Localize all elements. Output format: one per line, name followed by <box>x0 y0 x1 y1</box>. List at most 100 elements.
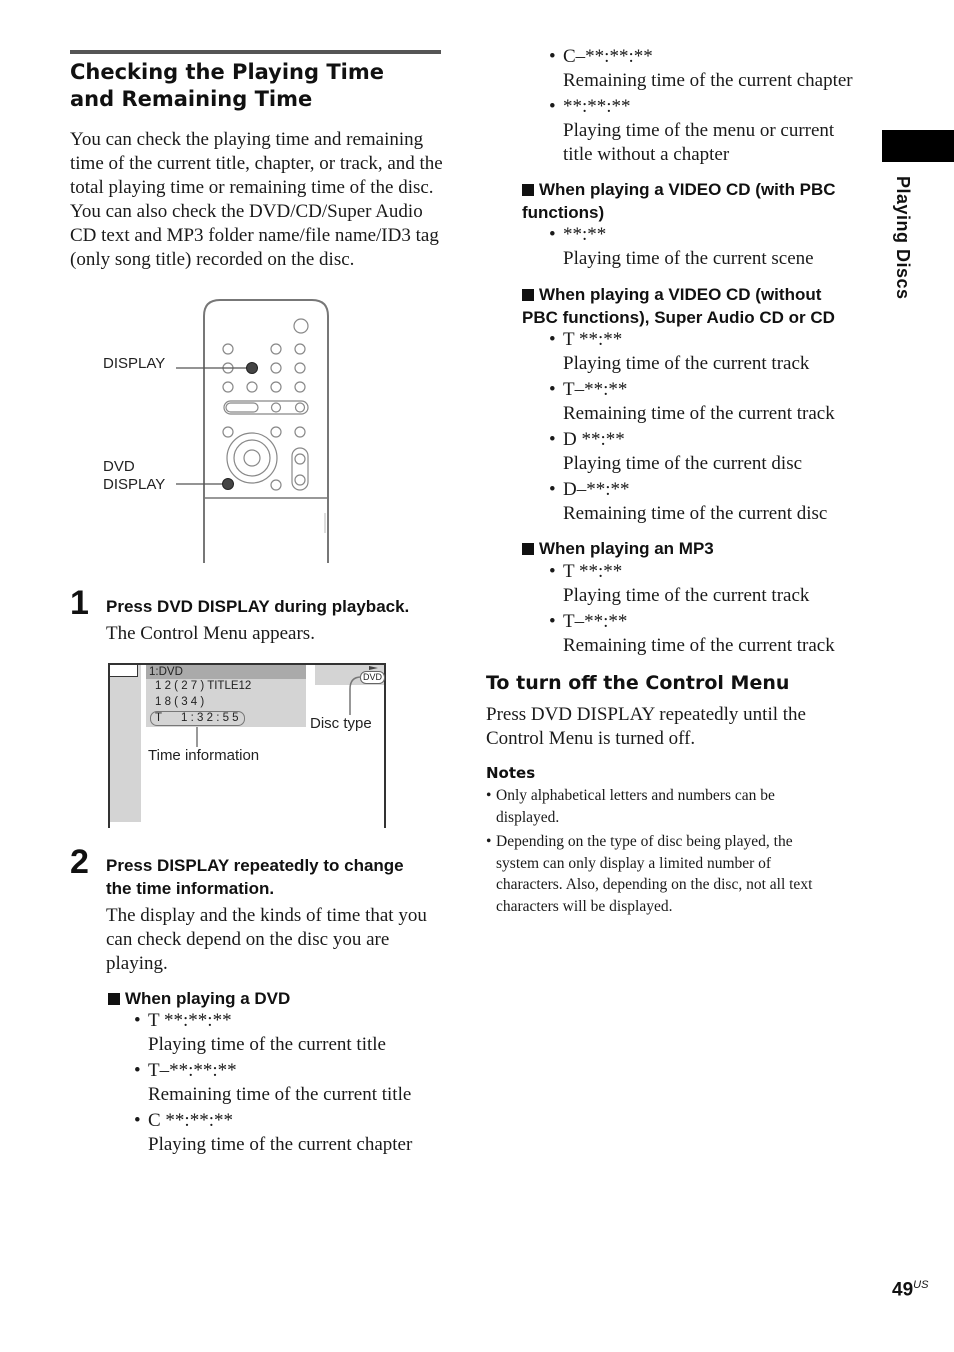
page-number: 49US <box>892 1279 928 1301</box>
note-line: characters. Also, depending on the disc,… <box>496 876 813 893</box>
dvd-item: T **:**:** Playing time of the current ti… <box>134 1009 454 1057</box>
time-desc: Playing time of the current track <box>563 585 810 606</box>
dvd-heading-text: When playing a DVD <box>125 989 291 1008</box>
turn-off-body: Press DVD DISPLAY repeatedly until the C… <box>486 703 866 751</box>
step-2-body: The display and the kinds of time that y… <box>106 904 427 976</box>
intro-paragraph: You can check the playing time and remai… <box>70 128 450 272</box>
dvd-item: C **:**:** Playing time of the current ch… <box>134 1109 454 1157</box>
dvd-display-button-dot <box>222 478 234 490</box>
vcd-pbc-heading-text: When playing a VIDEO CD (with PBC <box>539 180 836 199</box>
intro-line: You can check the playing time and remai… <box>70 129 424 150</box>
step-1-title: Press DVD DISPLAY during playback. <box>106 597 410 616</box>
label-disc-type: Disc type <box>310 715 372 732</box>
time-code: C **:**:** <box>148 1110 233 1131</box>
dvd-item: **:**:** Playing time of the menu or curr… <box>549 95 869 167</box>
time-desc: Remaining time of the current title <box>148 1084 412 1105</box>
time-desc: Playing time of the current title <box>148 1034 386 1055</box>
note-item: Depending on the type of disc being play… <box>486 831 866 917</box>
page-number-suffix: US <box>913 1279 929 1291</box>
note-line: Only alphabetical letters and numbers ca… <box>496 787 775 804</box>
step-2-number: 2 <box>70 843 89 881</box>
label-dvd-display-line: DISPLAY <box>103 476 166 493</box>
dvd-list-part2: C–**:**:** Remaining time of the current … <box>549 45 869 167</box>
time-desc: Playing time of the current chapter <box>148 1134 413 1155</box>
intro-line: total playing time or remaining time of … <box>70 177 434 198</box>
mp3-heading: When playing an MP3 <box>522 537 714 560</box>
vcd-nopbc-item: D–**:** Remaining time of the current dis… <box>549 478 869 526</box>
page-number-value: 49 <box>892 1279 914 1301</box>
turn-off-line: Control Menu is turned off. <box>486 728 696 749</box>
display-button-dot <box>246 362 258 374</box>
vcd-pbc-heading-text: functions) <box>522 203 605 222</box>
step-1-body: The Control Menu appears. <box>106 623 315 644</box>
time-desc: Playing time of the current track <box>563 353 810 374</box>
label-dvd-display-line: DVD <box>103 458 135 475</box>
remote-illustration <box>100 298 340 563</box>
vcd-nopbc-item: D **:** Playing time of the current disc <box>549 428 869 476</box>
vcd-nopbc-item: T **:** Playing time of the current track <box>549 328 869 376</box>
time-code: T **:** <box>563 561 623 582</box>
callout-lines <box>196 676 362 747</box>
section-rule <box>70 50 441 54</box>
time-code: C–**:**:** <box>563 46 653 67</box>
step-2-body-line: can check depend on the disc you are <box>106 929 390 950</box>
time-desc: Playing time of the menu or current <box>563 120 835 141</box>
dvd-item: C–**:**:** Remaining time of the current … <box>549 45 869 93</box>
note-line: Depending on the type of disc being play… <box>496 833 793 850</box>
vcd-nopbc-heading-text: PBC functions), Super Audio CD or CD <box>522 308 835 327</box>
intro-line: time of the current title, chapter, or t… <box>70 153 443 174</box>
time-desc: Remaining time of the current disc <box>563 503 828 524</box>
dvd-heading: When playing a DVD <box>108 987 290 1010</box>
remote-control-drawing <box>176 299 329 563</box>
square-bullet-icon <box>522 184 534 196</box>
time-code: T–**:** <box>563 611 628 632</box>
vcd-nopbc-list: T **:** Playing time of the current track… <box>549 328 869 526</box>
turn-off-title: To turn off the Control Menu <box>486 672 790 694</box>
section-title: Checking the Playing Time and Remaining … <box>70 59 384 113</box>
vcd-nopbc-heading: When playing a VIDEO CD (without PBC fun… <box>522 283 882 329</box>
mp3-item: T–**:** Remaining time of the current tra… <box>549 610 869 658</box>
step-2-title-line: the time information. <box>106 879 275 898</box>
time-code: D **:** <box>563 429 625 450</box>
note-line: characters will be displayed. <box>496 897 673 915</box>
mp3-item: T **:** Playing time of the current track <box>549 560 869 608</box>
vcd-pbc-list: **:** Playing time of the current scene <box>549 223 869 271</box>
time-desc: title without a chapter <box>563 144 730 165</box>
time-code: T **:** <box>563 329 623 350</box>
step-1-number: 1 <box>70 584 89 622</box>
vcd-nopbc-item: T–**:** Remaining time of the current tra… <box>549 378 869 426</box>
intro-line: (only song title) recorded on the disc. <box>70 249 355 270</box>
note-line: system can only display a limited number… <box>496 854 772 872</box>
square-bullet-icon <box>108 993 120 1005</box>
step-2-title: Press DISPLAY repeatedly to change the t… <box>106 854 404 900</box>
time-desc: Playing time of the current disc <box>563 453 803 474</box>
notes-list: Only alphabetical letters and numbers ca… <box>486 785 866 917</box>
intro-line: You can also check the DVD/CD/Super Audi… <box>70 201 423 222</box>
chapter-tab-marker <box>882 130 954 162</box>
vcd-pbc-item: **:** Playing time of the current scene <box>549 223 869 271</box>
step-2-title-line: Press DISPLAY repeatedly to change <box>106 856 404 875</box>
time-code: T **:**:** <box>148 1010 232 1031</box>
section-title-line: and Remaining Time <box>70 87 313 111</box>
mp3-list: T **:** Playing time of the current track… <box>549 560 869 658</box>
label-time-information: Time information <box>148 747 260 764</box>
time-desc: Remaining time of the current chapter <box>563 70 853 91</box>
square-bullet-icon <box>522 289 534 301</box>
time-desc: Remaining time of the current track <box>563 403 835 424</box>
time-desc: Remaining time of the current track <box>563 635 835 656</box>
vcd-nopbc-heading-text: When playing a VIDEO CD (without <box>539 285 822 304</box>
time-code: **:** <box>563 224 607 245</box>
dvd-item: T–**:**:** Remaining time of the current … <box>134 1059 454 1107</box>
time-code: D–**:** <box>563 479 630 500</box>
note-item: Only alphabetical letters and numbers ca… <box>486 785 866 828</box>
notes-heading: Notes <box>486 764 536 782</box>
turn-off-line: Press DVD DISPLAY repeatedly until the <box>486 704 806 725</box>
time-code: T–**:** <box>563 379 628 400</box>
step-2-body-line: playing. <box>106 953 168 974</box>
control-menu-illustration: 1:DVD 1 2 ( 2 7 ) TITLE12 1 8 ( 3 4 ) T … <box>108 663 386 828</box>
mp3-heading-text: When playing an MP3 <box>539 539 714 558</box>
time-code: **:**:** <box>563 96 631 117</box>
intro-line: CD text and MP3 folder name/file name/ID… <box>70 225 439 246</box>
section-title-line: Checking the Playing Time <box>70 60 384 84</box>
step-2-body-line: The display and the kinds of time that y… <box>106 905 427 926</box>
